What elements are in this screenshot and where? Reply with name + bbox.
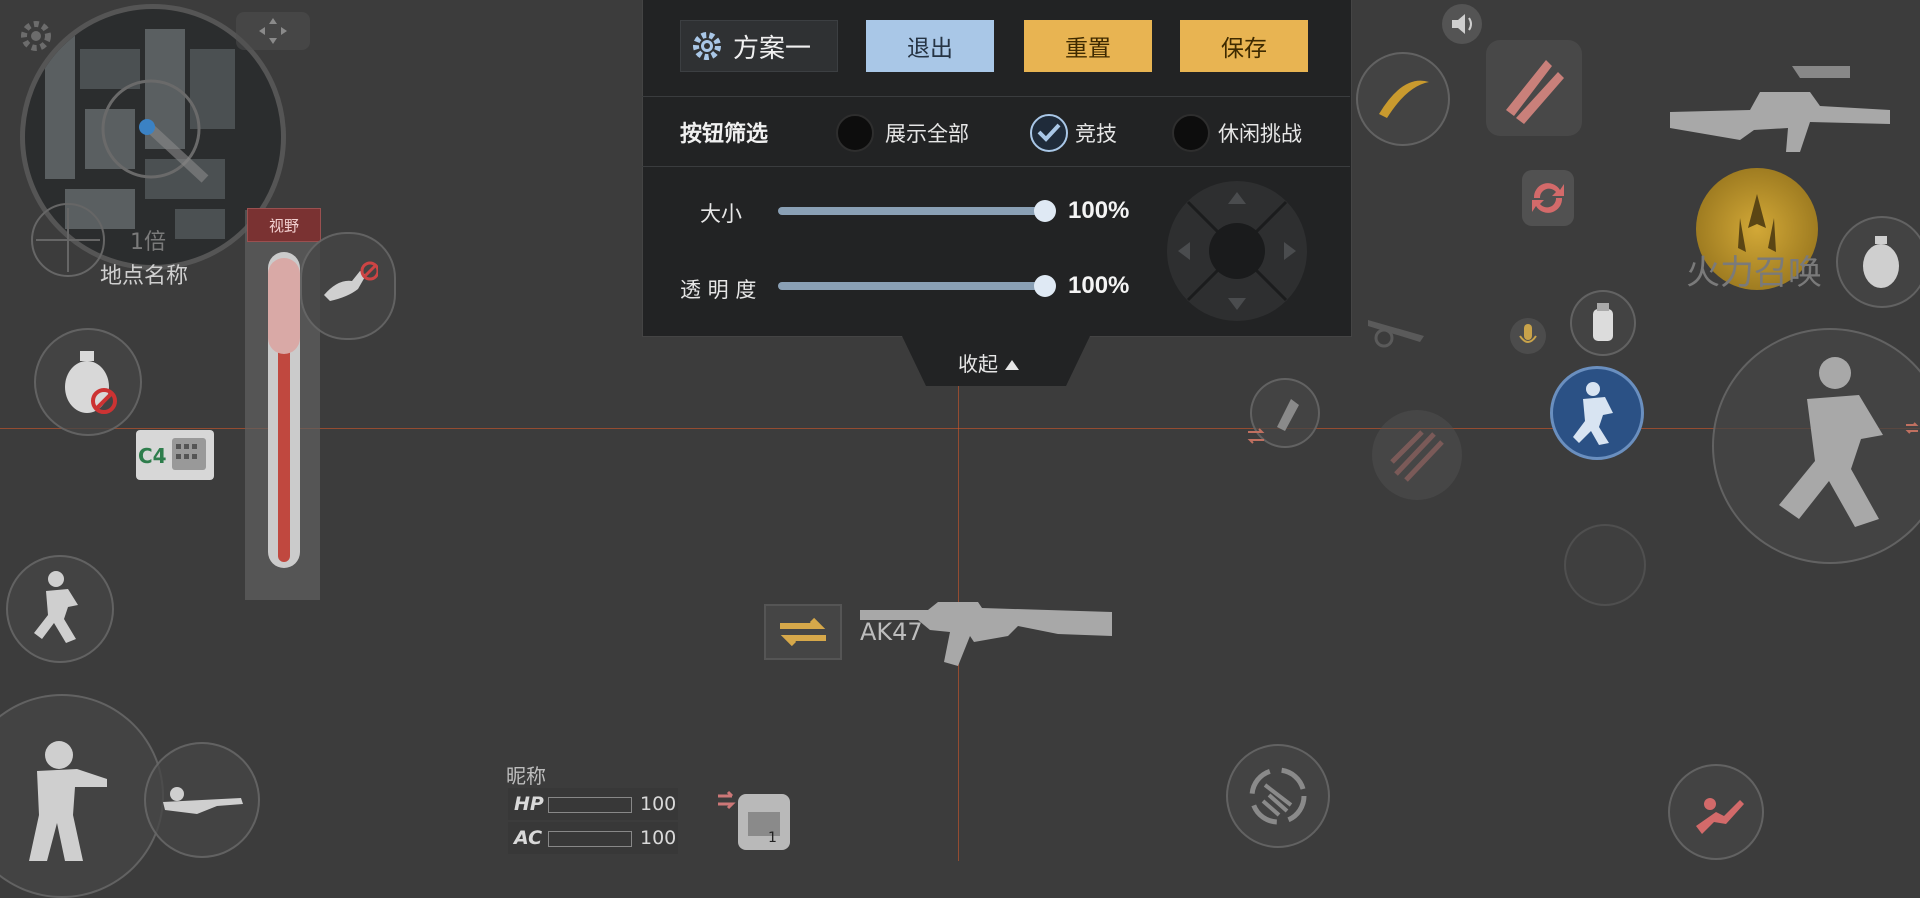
filter-competitive-radio[interactable] [1030, 114, 1068, 152]
c4-label: C4 [138, 444, 167, 468]
view-slider-thumb[interactable] [268, 258, 300, 354]
crosshair-icon[interactable] [28, 200, 108, 280]
dpad-icon[interactable] [1164, 178, 1310, 324]
settings-gear-icon[interactable] [18, 18, 54, 54]
fire-support-label: 火力召唤 [1686, 253, 1822, 293]
size-slider-thumb[interactable] [1034, 200, 1056, 222]
minimap-scale: 1倍 [130, 230, 166, 255]
special-skill-button[interactable] [1226, 744, 1330, 848]
grenade-icon [1863, 236, 1899, 288]
claw-icon [1390, 430, 1444, 482]
hp-row: HP 100 [508, 788, 678, 820]
prone-icon [163, 787, 243, 814]
collapse-label[interactable]: 收起 [958, 348, 1020, 377]
size-value: 100% [1068, 197, 1130, 224]
soldier-aim-icon [29, 741, 107, 861]
footstep-icon [324, 261, 378, 301]
secondary-weapon-icon[interactable] [1364, 306, 1434, 352]
ac-value: 100 [640, 827, 677, 849]
grenade-right-button[interactable] [1836, 216, 1920, 308]
swap-small-icon [1904, 420, 1920, 436]
microphone-icon[interactable] [1510, 318, 1546, 354]
filter-show-all-label: 展示全部 [885, 122, 969, 146]
minimap-location-label: 地点名称 [100, 264, 189, 289]
hp-value: 100 [640, 793, 677, 815]
swap-arrows-icon [780, 617, 826, 647]
smoke-grenade-button[interactable] [1570, 290, 1636, 356]
opacity-label: 透 明 度 [680, 278, 757, 302]
speaker-icon[interactable] [1442, 4, 1482, 44]
scheme-name: 方案一 [733, 32, 812, 63]
reload-icon [1532, 183, 1564, 213]
weapon-swap-button[interactable] [764, 604, 842, 660]
grenade-count: 1 [768, 830, 777, 846]
melee-slash-button[interactable] [1372, 410, 1462, 500]
view-label: 视野 [268, 216, 299, 235]
gear-icon [693, 32, 721, 60]
fire-left-button[interactable] [0, 694, 164, 898]
move-hud-icon[interactable] [234, 10, 312, 52]
jump-right-button[interactable] [1712, 328, 1920, 564]
backpack-icon [718, 790, 790, 850]
jump-icon [34, 571, 78, 643]
ac-bar [548, 831, 632, 847]
jump-skill-button[interactable] [1550, 366, 1644, 460]
grenade-button[interactable] [34, 328, 142, 436]
vortex-icon [1249, 767, 1307, 825]
kick-button[interactable] [1668, 764, 1764, 860]
filter-casual-radio[interactable] [1172, 114, 1210, 152]
hp-bar [548, 797, 632, 813]
faint-skill-button[interactable] [1564, 524, 1646, 606]
button-filter-title: 按钮筛选 [680, 122, 769, 147]
parkour-icon [1573, 382, 1613, 445]
primary-weapon-slot[interactable] [1660, 52, 1900, 176]
panel-divider [642, 166, 1350, 167]
filter-casual-label: 休闲挑战 [1218, 122, 1302, 146]
save-button[interactable]: 保存 [1180, 20, 1308, 72]
swap-small-icon [1244, 424, 1268, 448]
footstep-button[interactable] [300, 232, 396, 340]
claw-icon [1506, 60, 1564, 124]
player-nickname: 昵称 [506, 764, 546, 788]
melee-button[interactable] [1486, 40, 1582, 136]
reset-button[interactable]: 重置 [1024, 20, 1152, 72]
reload-button[interactable] [1522, 170, 1574, 226]
jump-left-button[interactable] [6, 555, 114, 663]
size-slider-track[interactable] [778, 207, 1042, 215]
opacity-slider-thumb[interactable] [1034, 275, 1056, 297]
exit-button[interactable]: 退出 [866, 20, 994, 72]
ac-row: AC 100 [508, 822, 678, 854]
panel-divider [642, 96, 1350, 97]
scheme-selector[interactable]: 方案一 [680, 20, 838, 72]
c4-bomb-icon[interactable]: C4 [136, 430, 214, 480]
checkmark-icon [1037, 123, 1061, 142]
opacity-slider-track[interactable] [778, 282, 1042, 290]
view-slider-label: 视野 [247, 208, 321, 242]
knife-button[interactable] [1356, 52, 1450, 146]
kick-icon [1696, 798, 1744, 834]
grenade-icon [65, 351, 117, 414]
bullet-icon [1277, 399, 1299, 431]
slash-icon [1379, 80, 1429, 118]
ak47-rifle-icon [858, 596, 1114, 676]
view-slider-fill [278, 330, 290, 562]
smoke-grenade-icon [1593, 303, 1613, 341]
prone-button[interactable] [144, 742, 260, 858]
jump-icon [1779, 357, 1883, 527]
size-label: 大小 [700, 202, 742, 226]
filter-show-all-radio[interactable] [836, 114, 874, 152]
collapse-text: 收起 [958, 352, 998, 376]
inventory-button[interactable]: 1 [712, 786, 804, 856]
opacity-value: 100% [1068, 272, 1130, 299]
ac-label: AC [514, 827, 543, 849]
filter-competitive-label: 竞技 [1075, 122, 1117, 146]
chevron-up-icon [1005, 360, 1020, 370]
m4-rifle-icon [1670, 66, 1890, 152]
hp-label: HP [514, 793, 544, 815]
